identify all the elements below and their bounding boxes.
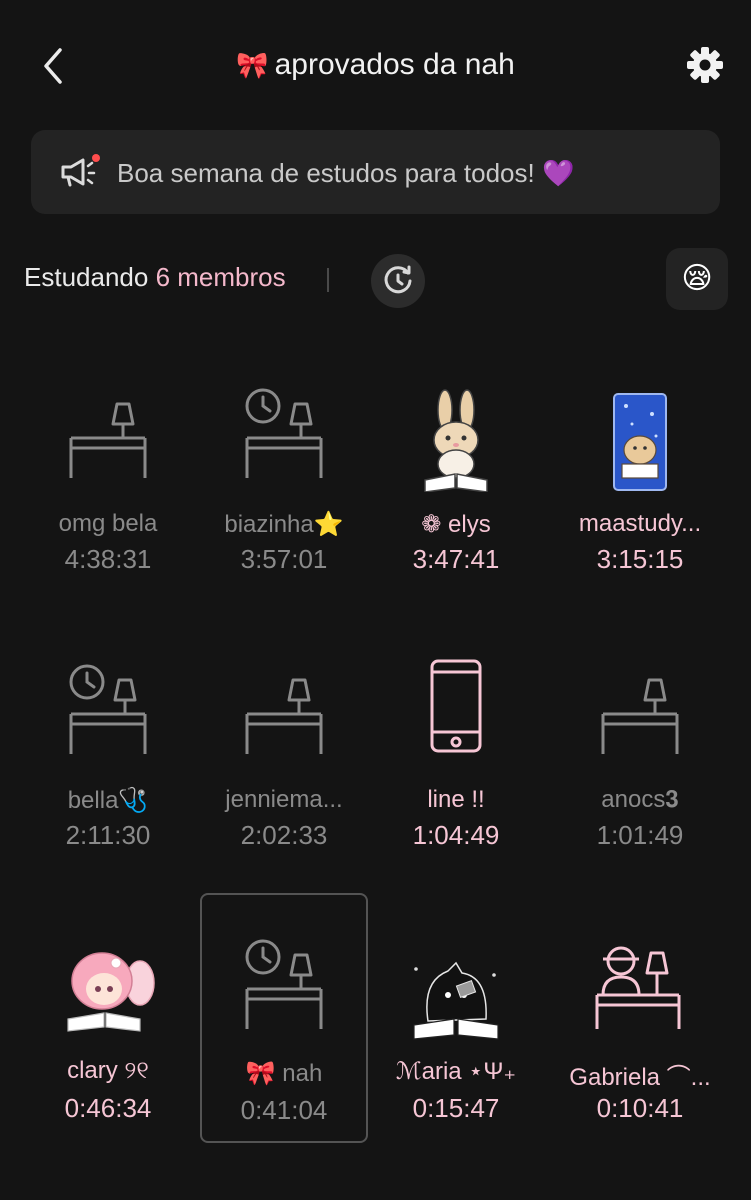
announcement-banner[interactable]: Boa semana de estudos para todos! 💜 — [31, 130, 720, 214]
member-name: clary ୨୧ — [67, 1057, 149, 1084]
member-card[interactable]: jenniema... 2:02:33 — [198, 646, 370, 896]
member-time: 0:15:47 — [412, 1093, 500, 1123]
member-name: ℳaria ⋆Ψ₊ — [395, 1058, 517, 1085]
member-name: Gabriela ⌒... — [569, 1064, 711, 1091]
member-time: 0:41:04 — [240, 1095, 328, 1125]
member-time: 3:15:15 — [596, 544, 684, 574]
page-title-text: aprovados da nah — [274, 48, 515, 81]
member-card[interactable]: clary ୨୧ 0:46:34 — [22, 893, 194, 1143]
member-name: jenniema... — [225, 786, 343, 813]
phone-icon — [430, 659, 482, 753]
member-card[interactable]: biazinha⭐ 3:57:01 — [198, 370, 370, 620]
fairy-reading-sticker — [67, 952, 155, 1032]
desk-clock-icon — [245, 939, 323, 1029]
history-icon — [384, 265, 412, 294]
member-card[interactable]: maastudy... 3:15:15 — [554, 370, 726, 620]
member-time: 0:10:41 — [596, 1093, 684, 1123]
member-card[interactable]: bella🩺 2:11:30 — [22, 646, 194, 896]
studying-status: Estudando 6 membros — [24, 262, 286, 293]
settings-button[interactable] — [684, 44, 726, 86]
member-card[interactable]: line !! 1:04:49 — [370, 646, 542, 896]
member-count: 6 membros — [155, 262, 286, 292]
ribbon-icon: 🎀 — [236, 50, 269, 80]
bunny-reading-sticker — [424, 389, 488, 492]
member-card-selected[interactable]: 🎀 nah 0:41:04 — [200, 893, 368, 1143]
desk-clock-icon — [245, 388, 323, 478]
member-time: 0:46:34 — [64, 1093, 152, 1123]
member-time: 2:11:30 — [65, 820, 151, 850]
member-name: omg bela — [58, 510, 158, 537]
puppy-studying-sticker — [613, 393, 667, 491]
member-card[interactable]: ℳaria ⋆Ψ₊ 0:15:47 — [370, 893, 542, 1143]
member-name: bella🩺 — [67, 787, 149, 814]
member-time: 4:38:31 — [64, 544, 152, 574]
person-at-desk-icon — [595, 946, 681, 1029]
member-time: 1:01:49 — [596, 820, 684, 850]
desk-icon — [69, 402, 147, 478]
member-card[interactable]: ❁ elys 3:47:41 — [370, 370, 542, 620]
desk-icon — [245, 678, 323, 754]
member-card[interactable]: anocs𝟑 1:01:49 — [554, 646, 726, 896]
cat-reading-sticker — [413, 961, 499, 1040]
member-name: line !! — [427, 786, 485, 813]
status-divider — [327, 268, 329, 292]
desk-icon — [601, 678, 679, 754]
member-name: maastudy... — [578, 510, 702, 537]
page-title: 🎀 aprovados da nah — [0, 48, 751, 82]
desk-clock-icon — [69, 664, 147, 754]
megaphone-icon — [61, 154, 100, 187]
member-name: biazinha⭐ — [224, 511, 344, 538]
member-time: 2:02:33 — [240, 820, 328, 850]
member-name: anocs𝟑 — [601, 786, 679, 813]
member-name: 🎀 nah — [245, 1060, 323, 1087]
member-time: 1:04:49 — [412, 820, 500, 850]
status-emoji-button[interactable]: 😪 — [666, 248, 728, 310]
announcement-text: Boa semana de estudos para todos! 💜 — [117, 158, 575, 188]
gear-icon — [687, 47, 723, 83]
header: 🎀 aprovados da nah — [0, 0, 751, 130]
member-time: 3:47:41 — [412, 544, 500, 574]
member-card[interactable]: Gabriela ⌒... 0:10:41 — [554, 893, 726, 1143]
member-name: ❁ elys — [421, 511, 491, 538]
member-card[interactable]: omg bela 4:38:31 — [22, 370, 194, 620]
member-time: 3:57:01 — [240, 544, 328, 574]
studying-label: Estudando — [24, 262, 149, 292]
history-button[interactable] — [371, 254, 425, 308]
